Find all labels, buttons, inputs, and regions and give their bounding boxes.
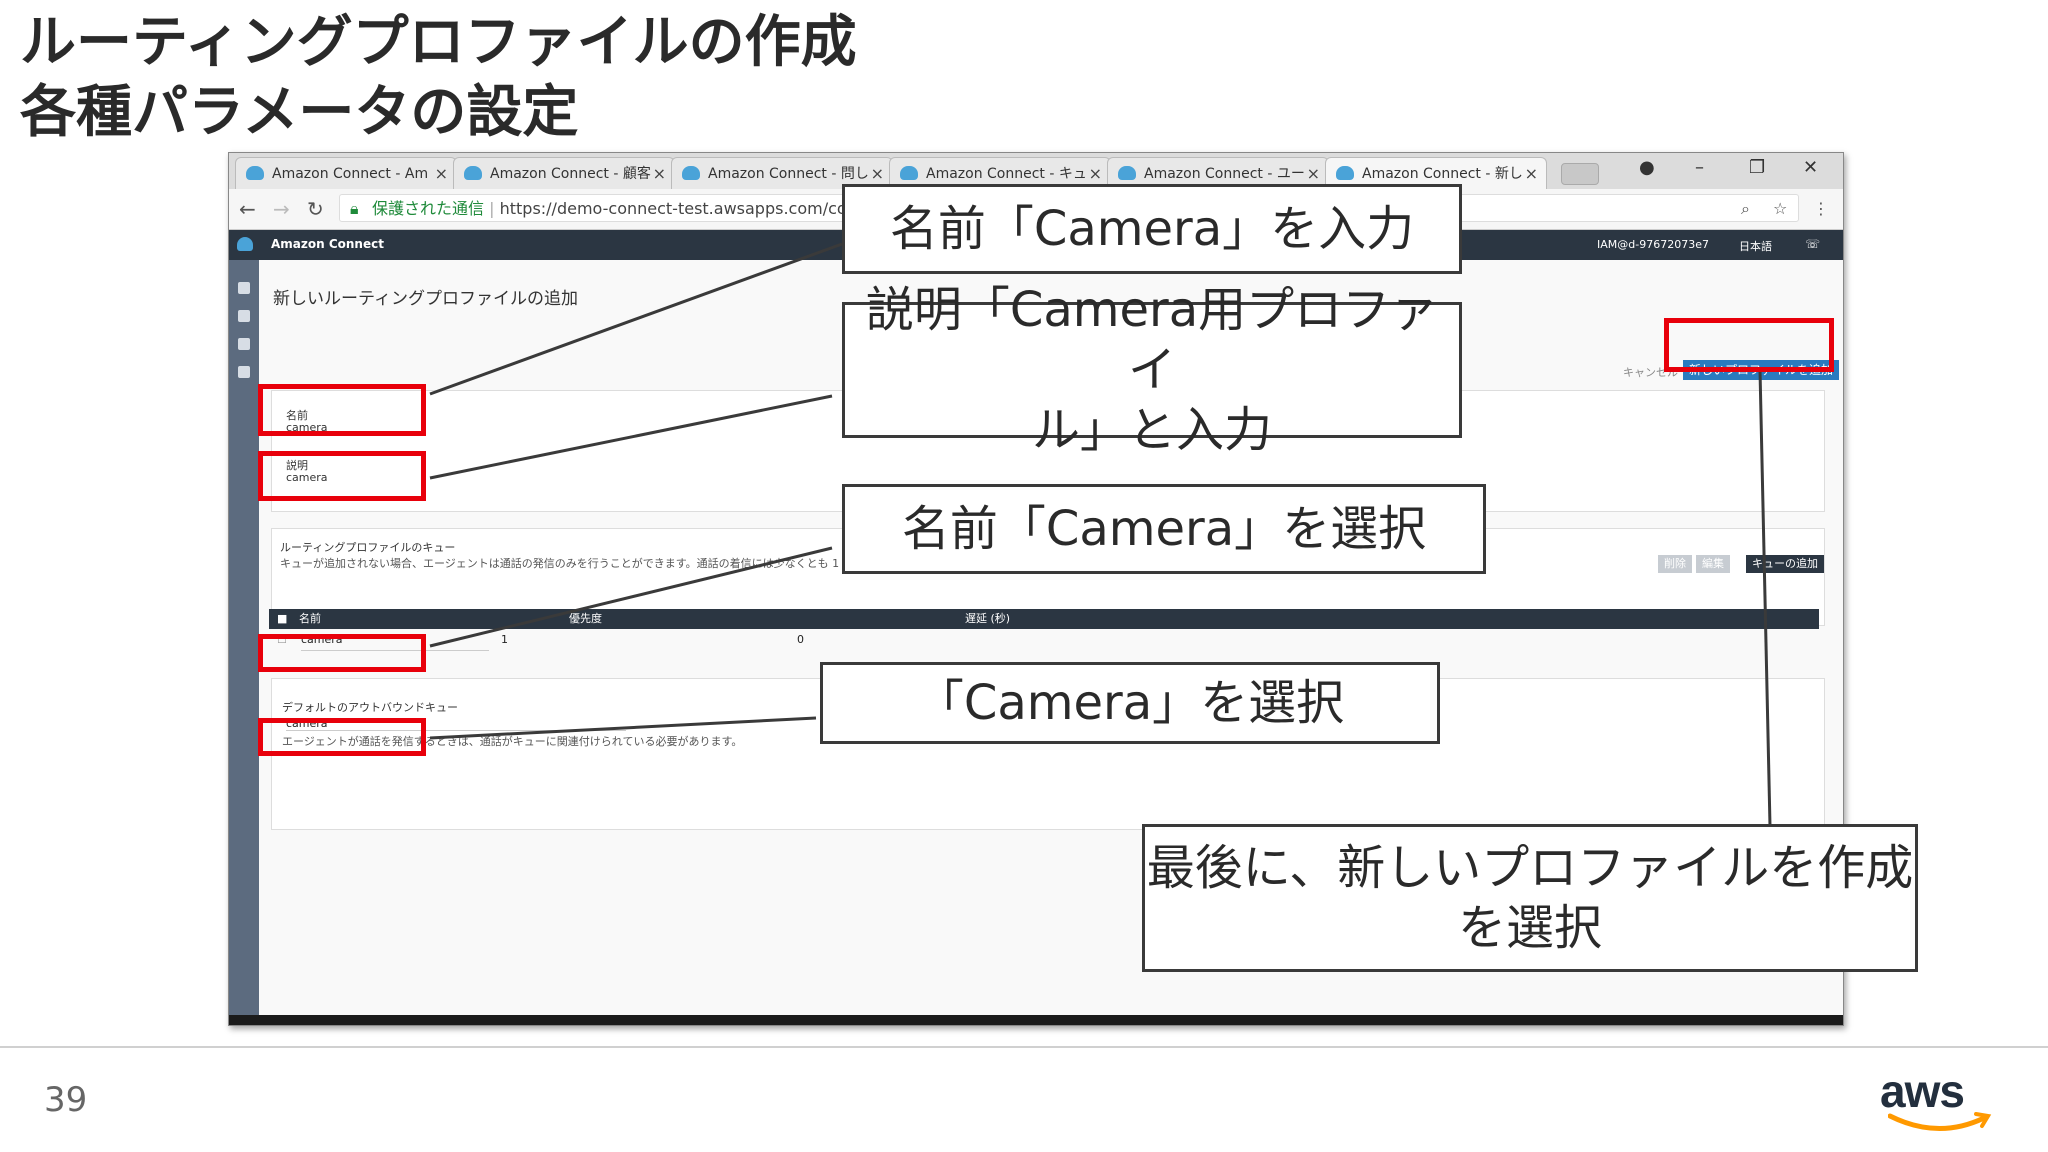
callout-text: 名前「Camera」を入力 [889,201,1415,257]
star-icon[interactable]: ☆ [1773,199,1787,218]
page-heading: 新しいルーティングプロファイルの追加 [273,289,578,309]
callout-name-input: 名前「Camera」を入力 [842,184,1462,274]
new-tab-button[interactable] [1561,163,1599,185]
amazon-connect-icon [1336,166,1354,180]
back-icon[interactable]: ← [239,197,256,221]
browser-tab-1[interactable]: Amazon Connect - Am × [235,157,457,189]
callout-name-select: 名前「Camera」を選択 [842,484,1486,574]
browser-tab-2[interactable]: Amazon Connect - 顧客 × [453,157,675,189]
secure-label: 保護された通信 [372,199,485,218]
zoom-icon[interactable]: ⌕ [1741,199,1750,219]
taskbar [229,1015,1843,1025]
phone-icon[interactable]: ☏ [1805,237,1820,251]
amazon-connect-icon [682,166,700,180]
language-selector[interactable]: 日本語 [1739,238,1772,254]
callout-text-line-1: 説明「Camera用プロファイ [865,282,1439,398]
page-number: 39 [44,1080,88,1120]
window-close-icon[interactable]: ✕ [1803,157,1818,178]
forward-icon[interactable]: → [273,197,290,221]
amazon-connect-icon [1118,166,1136,180]
app-sidebar [229,260,259,1025]
aws-logo: aws [1880,1064,2000,1134]
row-priority[interactable]: 1 [501,630,508,650]
callout-camera-select: 「Camera」を選択 [820,662,1440,744]
menu-icon[interactable]: ⋮ [1813,199,1829,218]
profile-icon[interactable]: ● [1639,157,1655,178]
close-icon[interactable]: × [435,158,448,189]
callout-text-line-2: ル」と入力 [1031,402,1272,458]
callout-text: 「Camera」を選択 [915,675,1345,731]
slide-title-line-1: ルーティングプロファイルの作成 [20,10,857,75]
queue-table-header: ■ 名前 優先度 遅延 (秒) [269,609,1819,629]
close-icon[interactable]: × [653,158,666,189]
highlight-queue-name [258,634,426,672]
highlight-add-profile-button [1664,318,1834,372]
table-row: ☐ camera 1 0 [269,630,1819,651]
highlight-name-field [258,384,426,436]
highlight-description-field [258,451,426,501]
tab-label: Amazon Connect - 新し [1362,166,1523,182]
callout-text-line-1: 最後に、新しいプロファイルを作成 [1146,840,1914,896]
app-brand: Amazon Connect [271,237,384,251]
outbound-title: デフォルトのアウトバウンドキュー [282,701,458,714]
user-menu[interactable]: IAM@d-97672073e7 [1597,238,1709,251]
col-name: 名前 [299,612,321,625]
callout-final-step: 最後に、新しいプロファイルを作成 を選択 [1142,824,1918,972]
maximize-icon[interactable]: ❐ [1749,157,1765,178]
slide-title: ルーティングプロファイルの作成 各種パラメータの設定 [20,8,857,148]
tab-label: Amazon Connect - キュ [926,166,1087,182]
metrics-icon[interactable] [238,310,250,322]
dashboard-icon[interactable] [238,282,250,294]
delete-button[interactable]: 削除 [1658,555,1692,573]
tab-label: Amazon Connect - Am [272,166,429,182]
users-icon[interactable] [238,366,250,378]
highlight-outbound-queue [258,718,426,756]
close-icon[interactable]: × [1525,158,1538,189]
row-delay[interactable]: 0 [797,630,804,650]
url-text: https://demo-connect-test.awsapps.com/co… [499,199,892,218]
minimize-icon[interactable]: – [1695,157,1704,178]
select-all-checkbox[interactable]: ■ [277,609,287,629]
edit-button[interactable]: 編集 [1696,555,1730,573]
amazon-connect-logo-icon [237,237,253,251]
lock-icon: 🔒︎ [350,199,359,218]
callout-text-line-2: を選択 [1457,900,1602,956]
tab-label: Amazon Connect - 問し [708,166,869,182]
col-delay: 遅延 (秒) [965,612,1011,625]
footer-divider [0,1046,2048,1048]
aws-smile-icon [1888,1112,1992,1131]
slide-title-line-2: 各種パラメータの設定 [20,80,579,145]
callout-text: 名前「Camera」を選択 [901,501,1427,557]
col-priority: 優先度 [569,612,602,625]
queues-title: ルーティングプロファイルのキュー [280,541,456,554]
amazon-connect-icon [464,166,482,180]
reload-icon[interactable]: ↻ [307,197,324,221]
callout-description-input: 説明「Camera用プロファイ ル」と入力 [842,282,1462,458]
amazon-connect-icon [900,166,918,180]
tab-label: Amazon Connect - 顧客 [490,166,651,182]
amazon-connect-icon [246,166,264,180]
routing-icon[interactable] [238,338,250,350]
tab-label: Amazon Connect - ユー [1144,166,1305,182]
add-queue-button[interactable]: キューの追加 [1746,555,1824,573]
